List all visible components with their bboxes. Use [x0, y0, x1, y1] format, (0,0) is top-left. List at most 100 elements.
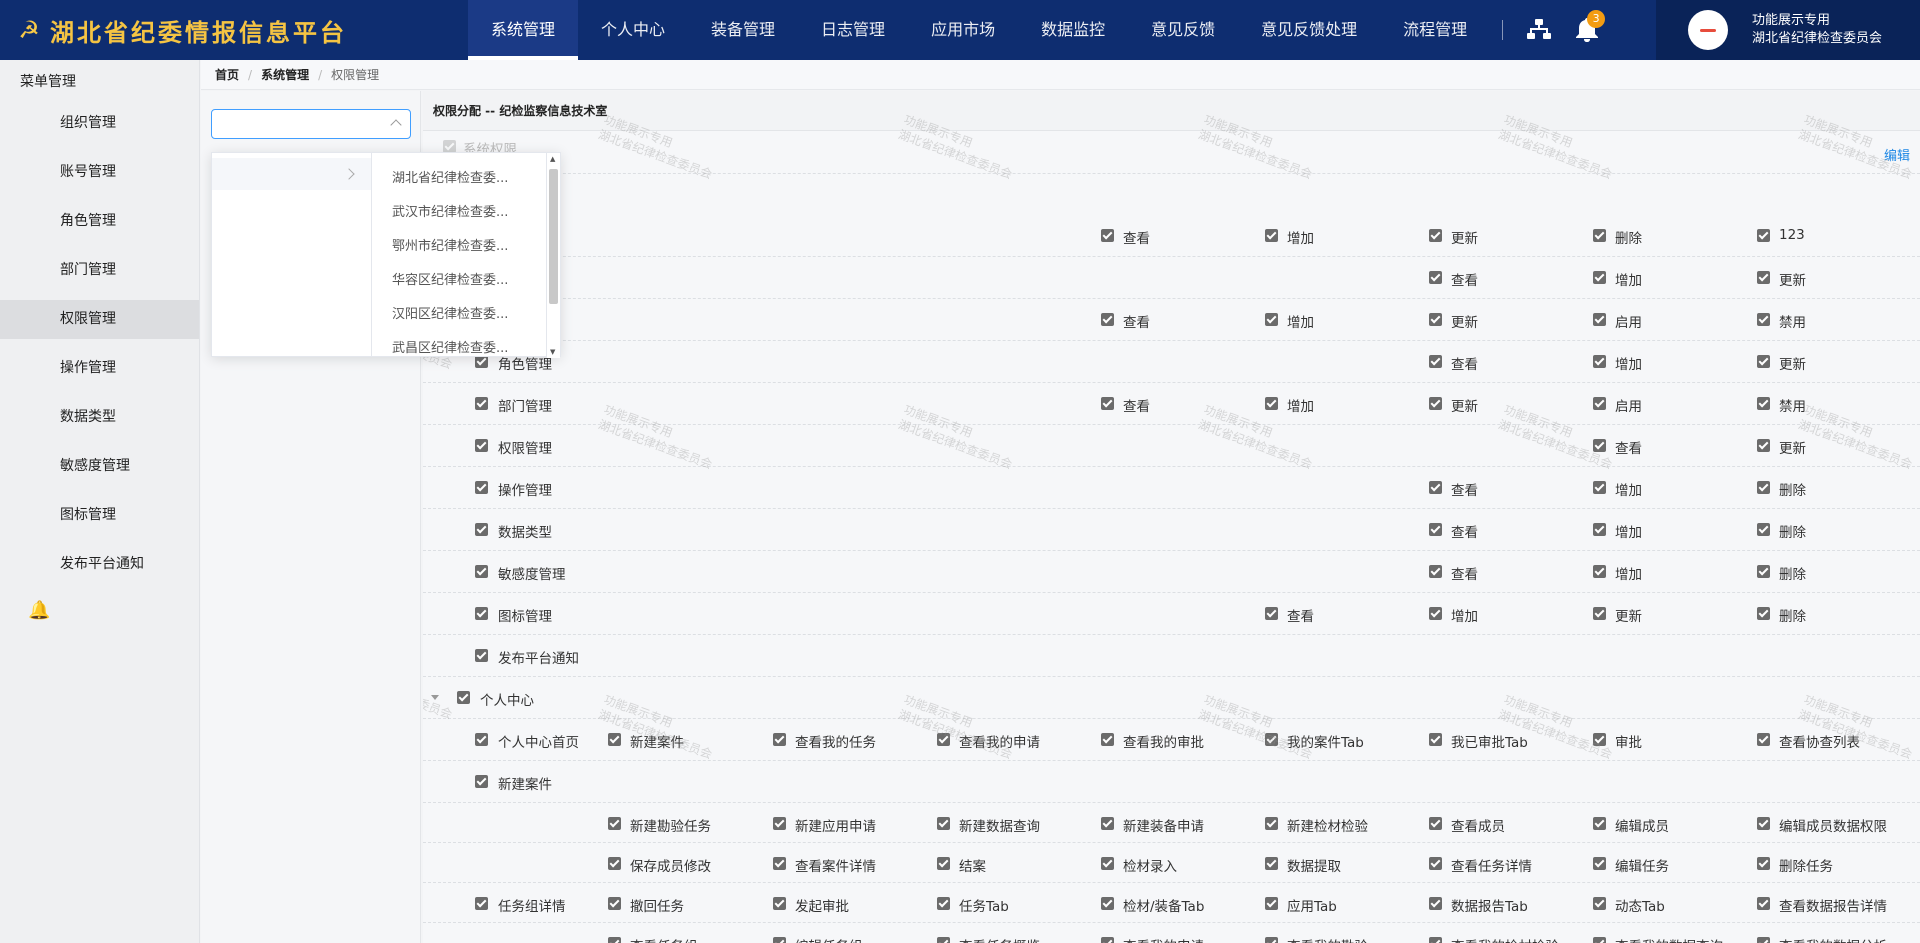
action-checkbox[interactable]	[1593, 897, 1606, 910]
action-checkbox[interactable]	[773, 733, 786, 746]
permission-checkbox[interactable]	[475, 897, 488, 910]
permission-checkbox[interactable]	[475, 439, 488, 452]
action-checkbox[interactable]	[1757, 313, 1770, 326]
action-checkbox[interactable]	[608, 817, 621, 830]
caret-down-icon[interactable]	[431, 695, 439, 700]
action-checkbox[interactable]	[1101, 733, 1114, 746]
action-checkbox[interactable]	[1101, 313, 1114, 326]
action-checkbox[interactable]	[608, 937, 621, 943]
scroll-up-icon[interactable]: ▲	[550, 155, 555, 163]
breadcrumb-system[interactable]: 系统管理	[261, 66, 309, 83]
nav-item-1[interactable]: 个人中心	[578, 0, 688, 60]
action-checkbox[interactable]	[1429, 565, 1442, 578]
action-checkbox[interactable]	[1757, 271, 1770, 284]
cascader-option-root[interactable]	[212, 158, 371, 190]
sidebar-item-8[interactable]: 图标管理	[0, 496, 199, 535]
cascader-scrollbar[interactable]: ▲ ▼	[546, 153, 560, 358]
sidebar-item-3[interactable]: 部门管理	[0, 251, 199, 290]
nav-item-8[interactable]: 流程管理	[1380, 0, 1490, 60]
action-checkbox[interactable]	[1757, 857, 1770, 870]
action-checkbox[interactable]	[1101, 397, 1114, 410]
nav-item-7[interactable]: 意见反馈处理	[1238, 0, 1380, 60]
action-checkbox[interactable]	[1593, 481, 1606, 494]
action-checkbox[interactable]	[937, 817, 950, 830]
action-checkbox[interactable]	[1429, 355, 1442, 368]
permission-checkbox[interactable]	[475, 481, 488, 494]
sidebar-item-6[interactable]: 数据类型	[0, 398, 199, 437]
action-checkbox[interactable]	[1593, 817, 1606, 830]
action-checkbox[interactable]	[1593, 733, 1606, 746]
action-checkbox[interactable]	[1265, 733, 1278, 746]
action-checkbox[interactable]	[1429, 397, 1442, 410]
sidebar-item-7[interactable]: 敏感度管理	[0, 447, 199, 486]
permission-checkbox[interactable]	[475, 607, 488, 620]
action-checkbox[interactable]	[937, 937, 950, 943]
action-checkbox[interactable]	[1757, 355, 1770, 368]
action-checkbox[interactable]	[1429, 523, 1442, 536]
action-checkbox[interactable]	[1757, 397, 1770, 410]
sidebar-group-menu-management[interactable]: 菜单管理	[0, 60, 199, 104]
action-checkbox[interactable]	[608, 897, 621, 910]
nav-item-4[interactable]: 应用市场	[908, 0, 1018, 60]
action-checkbox[interactable]	[608, 733, 621, 746]
sidebar-item-5[interactable]: 操作管理	[0, 349, 199, 388]
action-checkbox[interactable]	[1429, 897, 1442, 910]
action-checkbox[interactable]	[1593, 565, 1606, 578]
action-checkbox[interactable]	[1265, 229, 1278, 242]
sidebar-item-2[interactable]: 角色管理	[0, 202, 199, 241]
action-checkbox[interactable]	[1593, 397, 1606, 410]
action-checkbox[interactable]	[1429, 481, 1442, 494]
action-checkbox[interactable]	[1593, 607, 1606, 620]
breadcrumb-home[interactable]: 首页	[215, 66, 239, 83]
nav-item-2[interactable]: 装备管理	[688, 0, 798, 60]
cascader-option[interactable]: 武汉市纪律检查委...	[372, 196, 560, 230]
notification-bell-icon[interactable]: 3	[1563, 0, 1611, 60]
cascader-option[interactable]: 武昌区纪律检查委...	[372, 332, 560, 356]
action-checkbox[interactable]	[1429, 733, 1442, 746]
action-checkbox[interactable]	[1429, 607, 1442, 620]
action-checkbox[interactable]	[1265, 897, 1278, 910]
action-checkbox[interactable]	[937, 857, 950, 870]
sidebar-item-4[interactable]: 权限管理	[0, 300, 199, 339]
cascader-option[interactable]: 湖北省纪律检查委...	[372, 162, 560, 196]
action-checkbox[interactable]	[1265, 937, 1278, 943]
action-checkbox[interactable]	[1101, 857, 1114, 870]
action-checkbox[interactable]	[1757, 733, 1770, 746]
action-checkbox[interactable]	[1429, 313, 1442, 326]
action-checkbox[interactable]	[1757, 937, 1770, 943]
nav-item-6[interactable]: 意见反馈	[1128, 0, 1238, 60]
nav-item-3[interactable]: 日志管理	[798, 0, 908, 60]
action-checkbox[interactable]	[1757, 817, 1770, 830]
cascader-option[interactable]: 华容区纪律检查委...	[372, 264, 560, 298]
action-checkbox[interactable]	[1593, 355, 1606, 368]
action-checkbox[interactable]	[1429, 817, 1442, 830]
action-checkbox[interactable]	[937, 733, 950, 746]
permission-checkbox[interactable]	[475, 523, 488, 536]
action-checkbox[interactable]	[1593, 229, 1606, 242]
action-checkbox[interactable]	[1265, 607, 1278, 620]
sidebar-item-0[interactable]: 组织管理	[0, 104, 199, 143]
bell-icon[interactable]: 🔔	[28, 600, 50, 621]
action-checkbox[interactable]	[937, 897, 950, 910]
action-checkbox[interactable]	[1101, 229, 1114, 242]
action-checkbox[interactable]	[1429, 857, 1442, 870]
logo[interactable]: ☭ 湖北省纪委情报信息平台	[0, 13, 460, 48]
permission-checkbox[interactable]	[475, 397, 488, 410]
action-checkbox[interactable]	[1265, 857, 1278, 870]
action-checkbox[interactable]	[1593, 523, 1606, 536]
action-checkbox[interactable]	[1757, 229, 1770, 242]
action-checkbox[interactable]	[773, 897, 786, 910]
action-checkbox[interactable]	[1593, 313, 1606, 326]
action-checkbox[interactable]	[1429, 937, 1442, 943]
action-checkbox[interactable]	[1101, 817, 1114, 830]
action-checkbox[interactable]	[1429, 229, 1442, 242]
action-checkbox[interactable]	[1101, 897, 1114, 910]
sidebar-item-9[interactable]: 发布平台通知	[0, 545, 199, 584]
action-checkbox[interactable]	[773, 937, 786, 943]
permission-checkbox[interactable]	[475, 565, 488, 578]
nav-item-5[interactable]: 数据监控	[1018, 0, 1128, 60]
action-checkbox[interactable]	[1265, 313, 1278, 326]
action-checkbox[interactable]	[1757, 439, 1770, 452]
action-checkbox[interactable]	[1757, 607, 1770, 620]
permission-checkbox[interactable]	[475, 775, 488, 788]
